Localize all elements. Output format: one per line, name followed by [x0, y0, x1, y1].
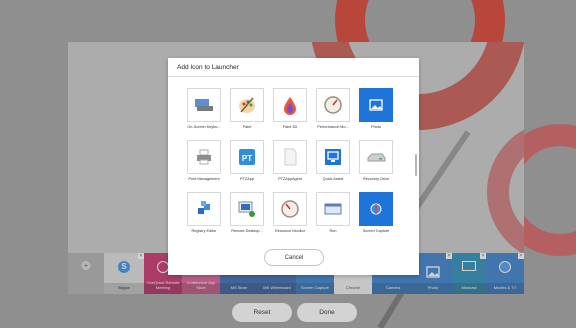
done-button[interactable]: Done: [297, 303, 357, 322]
app-tile-label: Quick Assist: [322, 177, 344, 181]
app-tile-label: Photo: [371, 125, 381, 129]
app-tile[interactable]: Print Management: [184, 140, 224, 181]
app-tile-label: Remote Desktop...: [231, 229, 263, 233]
ptz-app-icon: PT: [230, 140, 264, 174]
screen-capture-icon: [359, 192, 393, 226]
blank-document-icon: [273, 140, 307, 174]
recovery-drive-icon: [359, 140, 393, 174]
run-window-icon: [316, 192, 350, 226]
reset-button[interactable]: Reset: [232, 303, 292, 322]
app-tile-label: On-Screen Keybo...: [187, 125, 221, 129]
app-tile-label: Screen Capture: [362, 229, 390, 233]
registry-cubes-icon: [187, 192, 221, 226]
paint3d-droplet-icon: [273, 88, 307, 122]
app-tile-label: Paint: [242, 125, 252, 129]
quick-assist-monitor-icon: [316, 140, 350, 174]
app-tile[interactable]: Paint 3D: [270, 88, 310, 129]
app-tile[interactable]: Remote Desktop...: [227, 192, 267, 233]
performance-gauge-icon: [316, 88, 350, 122]
photo-icon: [359, 88, 393, 122]
app-tile[interactable]: Paint: [227, 88, 267, 129]
app-tile[interactable]: On-Screen Keybo...: [184, 88, 224, 129]
dialog-scrollbar[interactable]: [415, 154, 417, 176]
keyboard-icon: [187, 88, 221, 122]
app-tile[interactable]: Screen Capture: [356, 192, 396, 233]
app-tile[interactable]: Run: [313, 192, 353, 233]
app-tile[interactable]: Recovery Drive: [356, 140, 396, 181]
app-tile-label: Registry Editor: [191, 229, 217, 233]
app-tile-label: Run: [329, 229, 337, 233]
app-tile-label: PTZAppAgent: [278, 177, 302, 181]
dialog-divider: [168, 76, 419, 77]
app-tile[interactable]: PT PTZApp: [227, 140, 267, 181]
app-tile-label: Paint 3D: [282, 125, 298, 129]
app-tile-label: Print Management: [188, 177, 220, 181]
app-tile[interactable]: Photo: [356, 88, 396, 129]
app-tile[interactable]: PTZAppAgent: [270, 140, 310, 181]
printer-icon: [187, 140, 221, 174]
svg-text:PT: PT: [242, 154, 252, 163]
add-icon-dialog: Add Icon to Launcher On-Screen Keybo... P…: [168, 58, 419, 275]
app-tile[interactable]: Quick Assist: [313, 140, 353, 181]
app-tile[interactable]: Registry Editor: [184, 192, 224, 233]
resource-gauge-icon: [273, 192, 307, 226]
remote-desktop-icon: [230, 192, 264, 226]
app-tile-label: PTZApp: [240, 177, 254, 181]
app-tile-label: Performance Mo...: [317, 125, 349, 129]
cancel-button[interactable]: Cancel: [264, 249, 324, 266]
app-tile[interactable]: Performance Mo...: [313, 88, 353, 129]
dialog-title: Add Icon to Launcher: [177, 64, 239, 71]
app-tile-label: Resource Monitor: [275, 229, 305, 233]
paint-palette-icon: [230, 88, 264, 122]
app-tile[interactable]: Resource Monitor: [270, 192, 310, 233]
app-tile-label: Recovery Drive: [363, 177, 389, 181]
